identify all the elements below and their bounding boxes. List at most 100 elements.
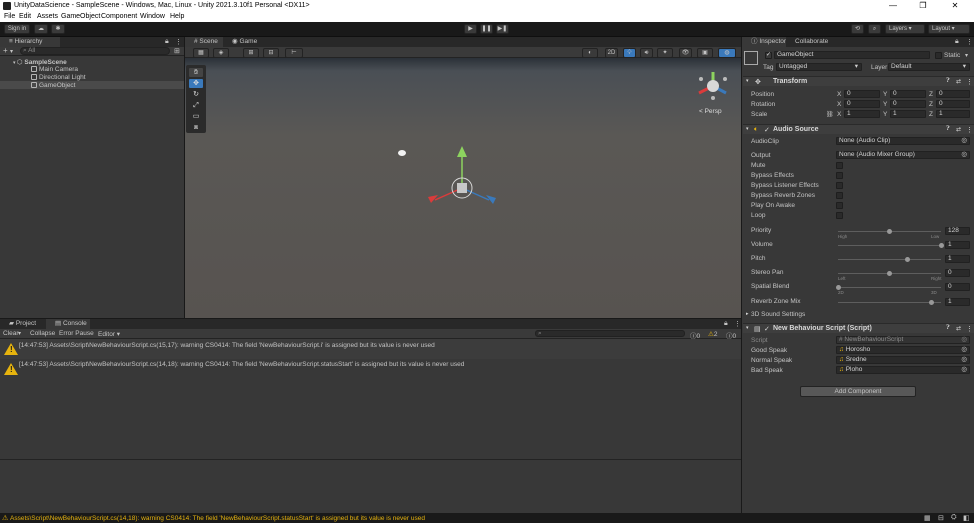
camera-icon[interactable]: ▣: [697, 48, 713, 58]
tab-game[interactable]: ◉ Game: [223, 37, 259, 47]
table-row[interactable]: [14:47:53] Assets\Script\NewBehaviourScr…: [0, 359, 741, 379]
slider-track[interactable]: [838, 245, 941, 246]
bake-icon[interactable]: ⊟: [938, 514, 944, 522]
effects-icon[interactable]: ✦: [657, 48, 673, 58]
tab-scene[interactable]: # Scene: [185, 37, 223, 47]
collab-icon[interactable]: ✱: [51, 24, 65, 34]
menu-window[interactable]: Window: [140, 13, 165, 20]
layer-dropdown[interactable]: Default ▾: [888, 63, 970, 71]
slider-value-field[interactable]: 128: [945, 227, 970, 235]
enabled-check-icon[interactable]: ✓: [764, 126, 770, 134]
scene-root-item[interactable]: ▾ ⬡ SampleScene: [13, 58, 67, 66]
grid-snap-icon[interactable]: ⊞: [243, 48, 259, 58]
add-component-button[interactable]: Add Component: [800, 386, 916, 397]
chevron-down-icon[interactable]: ▾: [10, 48, 13, 55]
bypass-listener-checkbox[interactable]: [836, 182, 843, 189]
move-tool-icon[interactable]: ✥: [189, 79, 203, 88]
bad-speak-field[interactable]: ♫ Ploho ◎: [836, 366, 970, 374]
more-icon[interactable]: ⋮: [966, 126, 973, 134]
slider-value-field[interactable]: 0: [945, 283, 970, 291]
help-icon[interactable]: ❓︎: [946, 78, 950, 85]
list-item[interactable]: Directional Light: [31, 74, 86, 81]
editor-dropdown[interactable]: Editor ▾: [98, 330, 120, 338]
more-icon[interactable]: ⋮: [175, 38, 182, 46]
lock-icon[interactable]: 🔒︎: [724, 320, 728, 328]
light-gizmo[interactable]: [398, 150, 406, 156]
rect-tool-icon[interactable]: ▭: [189, 112, 203, 121]
error-pause-button[interactable]: Error Pause: [59, 330, 94, 337]
help-icon[interactable]: ❓︎: [946, 126, 950, 133]
lock-icon[interactable]: 🔒︎: [955, 38, 959, 46]
more-icon[interactable]: ⋮: [966, 325, 973, 333]
position-x-field[interactable]: 0: [844, 90, 880, 98]
increment-snap-icon[interactable]: ⊟: [263, 48, 279, 58]
object-name-field[interactable]: GameObject: [774, 51, 930, 59]
preset-icon[interactable]: ⇄: [956, 126, 961, 133]
lock-icon[interactable]: 🔒︎: [165, 38, 169, 46]
tab-hierarchy[interactable]: ≡ Hierarchy: [0, 37, 60, 47]
scene-gizmo[interactable]: [698, 72, 727, 100]
chevron-down-icon[interactable]: ▾: [18, 330, 21, 337]
menu-component[interactable]: Component: [101, 13, 137, 20]
toggle-2d-button[interactable]: 2D: [605, 48, 618, 58]
hand-tool-icon[interactable]: ✋︎: [189, 68, 203, 77]
enabled-check-icon[interactable]: ✓: [764, 325, 770, 333]
bypass-effects-checkbox[interactable]: [836, 172, 843, 179]
good-speak-field[interactable]: ♫ Horosho ◎: [836, 346, 970, 354]
slider-thumb[interactable]: [887, 270, 892, 276]
debug-icon[interactable]: ⛭: [951, 514, 957, 522]
active-checkbox[interactable]: ✓: [765, 52, 772, 59]
slider-track[interactable]: [838, 302, 941, 303]
slider-thumb[interactable]: [904, 256, 910, 262]
render-mode-icon[interactable]: ◈: [213, 48, 229, 58]
transform-handle[interactable]: [428, 146, 496, 204]
preset-icon[interactable]: ⇄: [956, 325, 961, 332]
constrain-link-icon[interactable]: ⛓︎: [826, 111, 834, 118]
menu-gameobject[interactable]: GameObject: [61, 13, 100, 20]
tab-project[interactable]: ▰ Project: [0, 319, 46, 329]
pause-button[interactable]: ❚❚: [480, 24, 493, 34]
rotation-x-field[interactable]: 0: [844, 100, 880, 108]
slider-thumb[interactable]: [938, 242, 944, 248]
script-header[interactable]: ▾ ▤ ✓ New Behaviour Script (Script) ❓︎ ⇄…: [743, 323, 974, 333]
draw-mode-icon[interactable]: ▦: [193, 48, 209, 58]
list-item[interactable]: Main Camera: [31, 66, 78, 73]
scene-viewport[interactable]: < Persp: [185, 58, 741, 318]
tag-dropdown[interactable]: Untagged ▾: [776, 63, 862, 71]
slider-value-field[interactable]: 1: [945, 241, 970, 249]
3d-sound-settings-foldout[interactable]: ▸ 3D Sound Settings: [743, 310, 974, 320]
hidden-objects-icon[interactable]: 👁︎: [679, 48, 692, 58]
audio-icon[interactable]: 🔊︎: [640, 48, 653, 58]
search-options-icon[interactable]: ⊞: [174, 47, 180, 55]
more-icon[interactable]: ⋮: [966, 78, 973, 86]
perspective-label[interactable]: < Persp: [699, 108, 722, 115]
transform-tool-icon[interactable]: ⧈: [189, 123, 203, 132]
object-picker-icon[interactable]: ◎: [961, 137, 967, 144]
status-message[interactable]: Assets\Script\NewBehaviourScript.cs(14,1…: [10, 515, 425, 522]
history-icon[interactable]: ⟲: [851, 24, 864, 34]
sign-in-button[interactable]: Sign in: [4, 24, 30, 34]
menu-file[interactable]: File: [4, 13, 15, 20]
rotate-tool-icon[interactable]: ↻: [189, 90, 203, 99]
tab-collaborate[interactable]: Collaborate: [786, 37, 836, 47]
normal-speak-field[interactable]: ♫ Sredne ◎: [836, 356, 970, 364]
layout-dropdown[interactable]: Layout ▾: [928, 24, 970, 34]
position-z-field[interactable]: 0: [936, 90, 970, 98]
slider-thumb[interactable]: [887, 228, 892, 234]
slider-thumb[interactable]: [929, 299, 935, 305]
step-button[interactable]: ▶❚: [496, 24, 509, 34]
lighting-icon[interactable]: 💡︎: [623, 48, 636, 58]
detail-splitter[interactable]: [0, 459, 741, 460]
scale-y-field[interactable]: 1: [890, 110, 926, 118]
gizmos-icon[interactable]: ◍: [718, 48, 736, 58]
audio-source-header[interactable]: ▾ 🔈︎ ✓ Audio Source ❓︎ ⇄ ⋮: [743, 124, 974, 134]
hierarchy-search-input[interactable]: ⌕ All: [20, 47, 170, 55]
object-picker-icon[interactable]: ◎: [961, 151, 967, 158]
draw-orientation-icon[interactable]: ◐: [582, 48, 598, 58]
slider-thumb[interactable]: [835, 284, 841, 290]
static-checkbox[interactable]: [935, 52, 942, 59]
preset-icon[interactable]: ⇄: [956, 78, 961, 85]
chevron-down-icon[interactable]: ▾: [965, 52, 968, 59]
play-button[interactable]: ▶: [464, 24, 477, 34]
tab-inspector[interactable]: ⓘ Inspector: [742, 37, 786, 47]
